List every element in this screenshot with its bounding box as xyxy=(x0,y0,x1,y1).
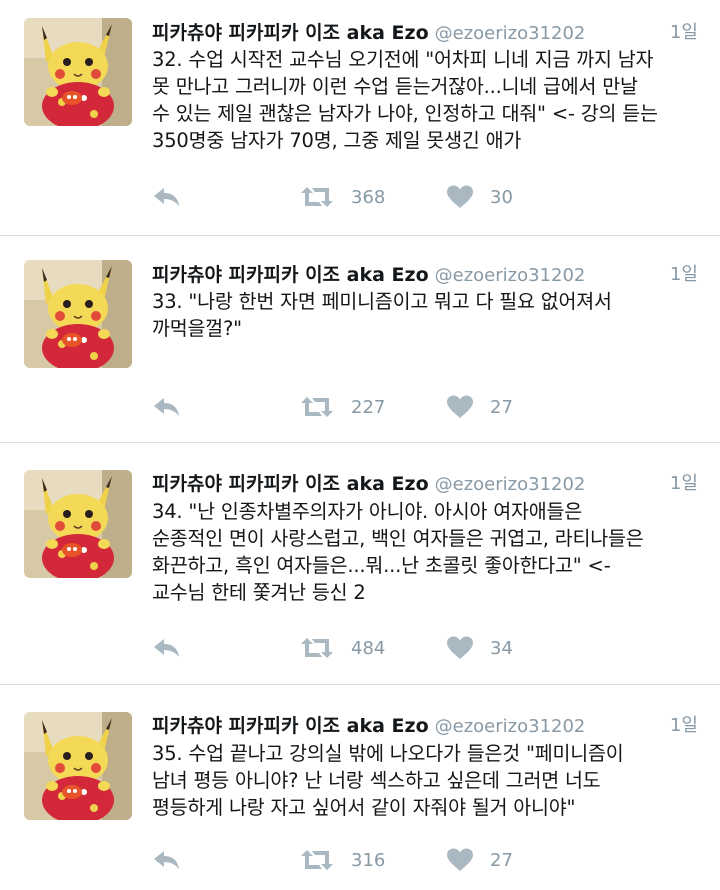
tweet-text: 35. 수업 끝나고 강의실 밖에 나오다가 들은것 "페미니즘이 남녀 평등 … xyxy=(152,740,700,821)
like-button[interactable]: 27 xyxy=(446,391,513,423)
timestamp[interactable]: 1일 xyxy=(670,469,698,495)
tweet-text-line: 34. "난 인종차별주의자가 아니야. 아시아 여자애들은 xyxy=(152,500,582,523)
tweet-header: 피카츄야 피카피카 이조 aka Ezo @ezoerizo31202 1일 xyxy=(152,711,698,739)
timestamp[interactable]: 1일 xyxy=(670,711,698,737)
tweet-header: 피카츄야 피카피카 이조 aka Ezo @ezoerizo31202 1일 xyxy=(152,18,698,46)
tweet[interactable]: 피카츄야 피카피카 이조 aka Ezo @ezoerizo31202 1일 32… xyxy=(0,0,720,236)
tweet-text-line: 33. "나랑 한번 자면 페미니즘이고 뭐고 다 필요 없어져서 xyxy=(152,290,612,313)
reply-button[interactable] xyxy=(152,844,182,876)
author-handle[interactable]: @ezoerizo31202 xyxy=(435,474,586,495)
timestamp[interactable]: 1일 xyxy=(670,18,698,44)
reply-icon xyxy=(152,848,182,872)
reply-icon xyxy=(152,185,182,209)
tweet-actions: 227 27 xyxy=(152,391,552,423)
heart-icon xyxy=(446,848,474,872)
author-handle[interactable]: @ezoerizo31202 xyxy=(435,265,586,286)
tweet-text: 33. "나랑 한번 자면 페미니즘이고 뭐고 다 필요 없어져서 까먹을껄?" xyxy=(152,288,700,342)
retweet-icon xyxy=(299,636,335,660)
tweet[interactable]: 피카츄야 피카피카 이조 aka Ezo @ezoerizo31202 1일 33… xyxy=(0,236,720,443)
tweet-actions: 316 27 xyxy=(152,844,552,876)
tweet-header: 피카츄야 피카피카 이조 aka Ezo @ezoerizo31202 1일 xyxy=(152,469,698,497)
retweet-button[interactable]: 316 xyxy=(299,844,385,876)
reply-button[interactable] xyxy=(152,391,182,423)
author-handle[interactable]: @ezoerizo31202 xyxy=(435,23,586,44)
author-name[interactable]: 피카츄야 피카피카 이조 aka Ezo xyxy=(152,22,429,44)
reply-icon xyxy=(152,636,182,660)
tweet-header: 피카츄야 피카피카 이조 aka Ezo @ezoerizo31202 1일 xyxy=(152,260,698,288)
retweet-count: 316 xyxy=(351,849,386,871)
tweet-text: 34. "난 인종차별주의자가 아니야. 아시아 여자애들은 순종적인 면이 사… xyxy=(152,498,700,606)
heart-icon xyxy=(446,185,474,209)
tweet-text-line: 수 있는 제일 괜찮은 남자가 나야, 인정하고 대줘" <- 강의 듣는 xyxy=(152,102,658,125)
retweet-icon xyxy=(299,848,335,872)
like-button[interactable]: 27 xyxy=(446,844,513,876)
tweet-text-line: 남녀 평등 아니야? 난 너랑 섹스하고 싶은데 그러면 너도 xyxy=(152,769,601,792)
avatar[interactable] xyxy=(24,260,132,368)
tweet[interactable]: 피카츄야 피카피카 이조 aka Ezo @ezoerizo31202 1일 34… xyxy=(0,443,720,685)
retweet-icon xyxy=(299,185,335,209)
tweet-text-line: 순종적인 면이 사랑스럽고, 백인 여자들은 귀엽고, 라티나들은 xyxy=(152,527,644,550)
retweet-button[interactable]: 484 xyxy=(299,632,385,664)
tweet-actions: 368 30 xyxy=(152,181,552,213)
tweet-text-line: 평등하게 나랑 자고 싶어서 같이 자줘야 될거 아니야" xyxy=(152,796,576,819)
author-name[interactable]: 피카츄야 피카피카 이조 aka Ezo xyxy=(152,473,429,495)
tweet-actions: 484 34 xyxy=(152,632,552,664)
retweet-count: 227 xyxy=(351,396,386,418)
like-button[interactable]: 34 xyxy=(446,632,513,664)
tweet-text-line: 화끈하고, 흑인 여자들은...뭐...난 초콜릿 좋아한다고" <- xyxy=(152,554,611,577)
like-count: 34 xyxy=(490,637,513,659)
heart-icon xyxy=(446,636,474,660)
author-name[interactable]: 피카츄야 피카피카 이조 aka Ezo xyxy=(152,264,429,286)
tweet-text: 32. 수업 시작전 교수님 오기전에 "어차피 니네 지금 까지 남자 못 만… xyxy=(152,46,700,154)
tweet-text-line: 까먹을껄?" xyxy=(152,317,242,340)
like-count: 27 xyxy=(490,849,513,871)
retweet-count: 368 xyxy=(351,186,386,208)
like-count: 30 xyxy=(490,186,513,208)
tweet-text-line: 못 만나고 그러니까 이런 수업 듣는거잖아...니네 급에서 만날 xyxy=(152,75,638,98)
reply-icon xyxy=(152,395,182,419)
reply-button[interactable] xyxy=(152,181,182,213)
avatar[interactable] xyxy=(24,712,132,820)
avatar[interactable] xyxy=(24,470,132,578)
like-button[interactable]: 30 xyxy=(446,181,513,213)
timestamp[interactable]: 1일 xyxy=(670,260,698,286)
like-count: 27 xyxy=(490,396,513,418)
reply-button[interactable] xyxy=(152,632,182,664)
tweet[interactable]: 피카츄야 피카피카 이조 aka Ezo @ezoerizo31202 1일 35… xyxy=(0,685,720,890)
retweet-button[interactable]: 227 xyxy=(299,391,385,423)
avatar[interactable] xyxy=(24,18,132,126)
tweet-text-line: 35. 수업 끝나고 강의실 밖에 나오다가 들은것 "페미니즘이 xyxy=(152,742,624,765)
timeline: 피카츄야 피카피카 이조 aka Ezo @ezoerizo31202 1일 32… xyxy=(0,0,720,890)
tweet-text-line: 32. 수업 시작전 교수님 오기전에 "어차피 니네 지금 까지 남자 xyxy=(152,48,654,71)
heart-icon xyxy=(446,395,474,419)
retweet-button[interactable]: 368 xyxy=(299,181,385,213)
tweet-text-line: 350명중 남자가 70명, 그중 제일 못생긴 애가 xyxy=(152,129,522,152)
tweet-text-line: 교수님 한테 쫓겨난 등신 2 xyxy=(152,581,366,604)
author-name[interactable]: 피카츄야 피카피카 이조 aka Ezo xyxy=(152,715,429,737)
retweet-count: 484 xyxy=(351,637,386,659)
retweet-icon xyxy=(299,395,335,419)
author-handle[interactable]: @ezoerizo31202 xyxy=(435,716,586,737)
